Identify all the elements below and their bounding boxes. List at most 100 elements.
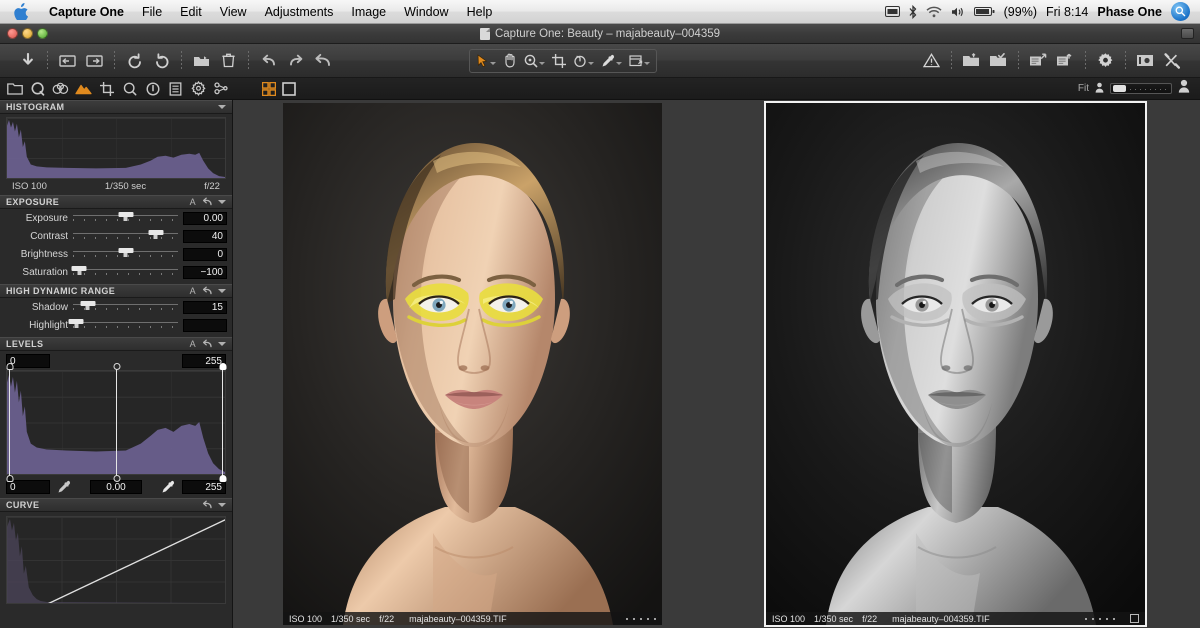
toolbar-toggle-button[interactable]	[1181, 28, 1194, 39]
chevron-down-icon[interactable]	[218, 105, 226, 109]
chevron-down-icon[interactable]	[644, 62, 650, 65]
chevron-down-icon[interactable]	[490, 62, 496, 65]
menu-file[interactable]: File	[133, 3, 171, 21]
auto-adjust-button[interactable]: A	[190, 197, 196, 207]
delete-trash-icon[interactable]	[218, 51, 239, 71]
white-eyedropper-icon[interactable]	[158, 479, 178, 494]
select-cursor-tool[interactable]	[473, 51, 499, 71]
panel-header-curve[interactable]: CURVE	[0, 498, 232, 512]
crop-tool[interactable]	[549, 51, 569, 71]
sidebar-item-batch-tab[interactable]	[213, 80, 230, 97]
panel-header-hdr[interactable]: HIGH DYNAMIC RANGE A	[0, 284, 232, 298]
menu-adjustments[interactable]: Adjustments	[256, 3, 343, 21]
rotate-right-icon[interactable]	[151, 51, 172, 71]
panel-header-exposure[interactable]: EXPOSURE A	[0, 195, 232, 209]
bluetooth-icon[interactable]	[909, 5, 917, 19]
warning-icon[interactable]	[921, 51, 942, 71]
window-titlebar[interactable]: Capture One: Beauty – majabeauty–004359	[0, 24, 1200, 44]
panel-header-levels[interactable]: LEVELS A	[0, 337, 232, 351]
slider-value-brightness[interactable]: 0	[183, 248, 227, 261]
zoom-button[interactable]	[37, 28, 48, 39]
curve-graph[interactable]	[6, 516, 226, 604]
zoom-fit-label[interactable]: Fit	[1078, 83, 1089, 94]
chevron-down-icon[interactable]	[588, 62, 594, 65]
zoom-loupe-tool[interactable]	[521, 51, 548, 71]
user-name-label[interactable]: Phase One	[1097, 5, 1162, 19]
undo-icon[interactable]	[258, 51, 279, 71]
slider-value-shadow[interactable]: 15	[183, 301, 227, 314]
import-images-icon[interactable]	[961, 51, 982, 71]
sidebar-item-metadata-tab[interactable]	[167, 80, 184, 97]
menu-help[interactable]: Help	[458, 3, 502, 21]
variant-badge-icon[interactable]	[1130, 614, 1139, 623]
zoom-slider-knob[interactable]	[1113, 85, 1126, 92]
image-viewer[interactable]: ISO 100 1/350 sec f/22 majabeauty–004359…	[233, 100, 1200, 628]
chevron-down-icon[interactable]	[218, 200, 226, 204]
sidebar-item-adjustments-tab[interactable]	[144, 80, 161, 97]
reset-icon[interactable]	[312, 51, 333, 71]
sidebar-item-exposure-tab[interactable]	[75, 80, 92, 97]
spotlight-search-icon[interactable]	[1171, 2, 1190, 21]
slider-value-saturation[interactable]: −100	[183, 266, 227, 279]
clock-label[interactable]: Fri 8:14	[1046, 5, 1088, 19]
slider-value-highlight[interactable]	[183, 319, 227, 332]
small-person-icon[interactable]	[1095, 80, 1104, 98]
apple-logo-icon[interactable]	[14, 3, 30, 21]
move-to-next-icon[interactable]	[84, 51, 105, 71]
reset-arrow-icon[interactable]	[202, 197, 212, 208]
chevron-down-icon[interactable]	[218, 289, 226, 293]
histogram-graph[interactable]	[6, 117, 226, 179]
white-balance-picker-tool[interactable]	[598, 51, 625, 71]
sidebar-item-output-tab[interactable]	[190, 80, 207, 97]
reset-arrow-icon[interactable]	[202, 286, 212, 297]
slider-track-highlight[interactable]	[73, 318, 178, 332]
rotate-left-icon[interactable]	[124, 51, 145, 71]
info-panel-icon[interactable]	[1135, 51, 1156, 71]
rotate-tool[interactable]	[570, 51, 597, 71]
copy-apply-adjustments-tool[interactable]	[626, 51, 653, 71]
auto-adjust-button[interactable]: A	[190, 286, 196, 296]
black-eyedropper-icon[interactable]	[54, 479, 74, 494]
chevron-down-icon[interactable]	[616, 62, 622, 65]
levels-output-black[interactable]: 0	[6, 480, 50, 494]
close-button[interactable]	[7, 28, 18, 39]
single-view-button[interactable]	[282, 82, 296, 96]
image-variant-bw[interactable]: ISO 100 1/350 sec f/22 majabeauty–004359…	[766, 103, 1145, 625]
large-person-icon[interactable]	[1178, 79, 1190, 98]
check-album-icon[interactable]	[988, 51, 1009, 71]
panel-header-histogram[interactable]: HISTOGRAM	[0, 100, 232, 114]
import-icon[interactable]	[17, 51, 38, 71]
levels-black-point-marker[interactable]	[9, 367, 10, 478]
slider-track-contrast[interactable]	[73, 229, 178, 243]
export-variants-icon[interactable]	[1055, 51, 1076, 71]
volume-icon[interactable]	[951, 6, 965, 18]
slider-track-exposure[interactable]	[73, 211, 178, 225]
rating-stars[interactable]	[626, 618, 656, 620]
levels-gamma-marker[interactable]	[116, 367, 117, 478]
sidebar-item-color-tab[interactable]	[52, 80, 69, 97]
open-folder-icon[interactable]	[191, 51, 212, 71]
rating-stars[interactable]	[1085, 618, 1115, 620]
auto-adjust-button[interactable]: A	[190, 339, 196, 349]
chevron-down-icon[interactable]	[539, 62, 545, 65]
slider-value-exposure[interactable]: 0.00	[183, 212, 227, 225]
menu-image[interactable]: Image	[342, 3, 395, 21]
menu-edit[interactable]: Edit	[171, 3, 211, 21]
redo-icon[interactable]	[285, 51, 306, 71]
slider-track-brightness[interactable]	[73, 247, 178, 261]
battery-icon[interactable]	[974, 6, 995, 17]
sidebar-item-details-tab[interactable]	[121, 80, 138, 97]
sidebar-item-library-tab[interactable]	[6, 80, 23, 97]
sidebar-item-quick-tab[interactable]	[29, 80, 46, 97]
export-originals-icon[interactable]	[1028, 51, 1049, 71]
sidebar-item-lens-crop-tab[interactable]	[98, 80, 115, 97]
menu-capture-one[interactable]: Capture One	[40, 3, 133, 21]
levels-white-point-marker[interactable]	[222, 367, 223, 478]
menu-window[interactable]: Window	[395, 3, 457, 21]
reset-arrow-icon[interactable]	[202, 500, 212, 511]
preferences-gear-icon[interactable]	[1095, 51, 1116, 71]
minimize-button[interactable]	[22, 28, 33, 39]
reset-arrow-icon[interactable]	[202, 339, 212, 350]
wifi-icon[interactable]	[926, 6, 942, 18]
slider-value-contrast[interactable]: 40	[183, 230, 227, 243]
